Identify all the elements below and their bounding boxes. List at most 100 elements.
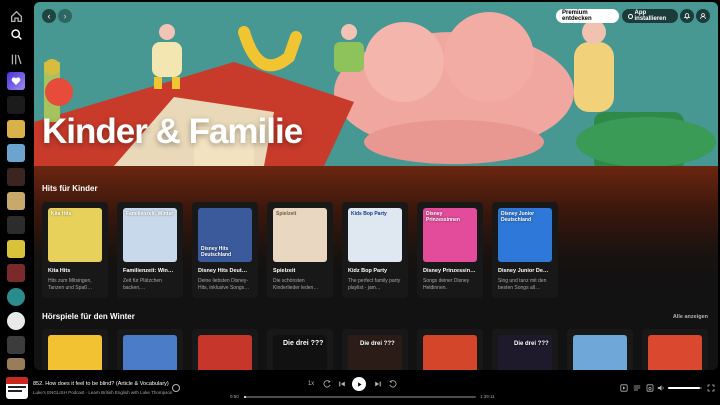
card-cover: Disney Prinzessinnen [423,208,477,262]
elapsed-time: 0:50 [230,394,239,399]
library-thumb[interactable] [7,264,25,282]
card-cover [123,335,177,370]
download-icon [628,13,633,19]
player-bar: 852. How does it feel to be blind? (Arti… [0,372,720,405]
library-icon[interactable] [8,51,24,67]
track-artist[interactable]: Luke's ENGLISH Podcast - Learn British E… [33,390,172,395]
volume-slider[interactable] [668,387,702,389]
search-icon[interactable] [8,26,24,42]
card-cover [573,335,627,370]
volume-icon [657,385,664,391]
card-cover: Disney Junior Deutschland [498,208,552,262]
forward-15-button[interactable] [388,379,398,389]
fast-forward-icon [389,380,397,388]
connect-device-button[interactable] [646,384,654,392]
fullscreen-button[interactable] [707,384,715,392]
card-cover: Spielzeit [273,208,327,262]
library-thumb[interactable] [7,358,25,370]
add-to-library-button[interactable] [172,384,180,392]
library-thumb[interactable] [7,216,25,234]
audiobook-card[interactable] [567,329,633,370]
card-cover: Die drei ??? [348,335,402,370]
section-title[interactable]: Hörspiele für den Winter [42,312,135,321]
playlist-card[interactable]: Disney Prinzessinnen Disney Prinzessin… … [417,202,483,298]
library-thumb[interactable] [7,240,25,258]
notifications-button[interactable] [680,9,694,23]
progress-bar[interactable] [244,396,476,398]
card-description: Deine liebsten Disney-Hits, inklusive So… [198,278,250,291]
library-thumb[interactable] [7,96,25,114]
playlist-card[interactable]: Kids Bop Party Kidz Bop Party The perfec… [342,202,408,298]
audiobook-card[interactable]: Die drei ??? [267,329,333,370]
back-button[interactable]: ‹ [42,9,56,23]
card-cover [48,335,102,370]
now-playing-icon [620,384,628,392]
card-cover: Disney Hits Deutschland [198,208,252,262]
queue-button[interactable] [633,384,641,392]
rewind-15-button[interactable] [322,379,332,389]
liked-songs-thumb[interactable] [7,72,25,90]
main-panel: ‹ › Premium entdecken App installieren K… [34,2,718,370]
cover-text: Familienzeit: Winter [126,211,174,217]
audiobook-card[interactable]: Die drei ??? [492,329,558,370]
cover-text: Disney Junior Deutschland [501,211,535,223]
library-thumb[interactable] [7,336,25,354]
audiobook-card[interactable] [42,329,108,370]
library-thumb[interactable] [7,288,25,306]
cover-text: Die drei ??? [360,341,395,347]
profile-button[interactable] [696,9,710,23]
queue-icon [633,385,641,391]
track-title[interactable]: 852. How does it feel to be blind? (Arti… [33,381,169,387]
playlist-card[interactable]: Spielzeit Spielzeit Die schönsten Kinder… [267,202,333,298]
card-title: Spielzeit [273,268,296,274]
section-title[interactable]: Hits für Kinder [42,184,98,193]
card-cover: Die drei ??? [273,335,327,370]
left-rail [0,0,32,372]
audiobook-card[interactable] [192,329,258,370]
cover-text: Spielzeit [276,211,297,217]
library-thumb[interactable] [7,192,25,210]
playlist-card[interactable]: Familienzeit: Winter Familienzeit: Win… … [117,202,183,298]
card-description: The perfect family party playlist - jam… [348,278,401,291]
playlist-card[interactable]: Disney Hits Deutschland Disney Hits Deut… [192,202,258,298]
play-icon [357,381,362,387]
cover-text: Die drei ??? [514,341,549,347]
now-playing-cover[interactable] [6,377,28,399]
library-thumb[interactable] [7,144,25,162]
playlist-card[interactable]: Kita Hits Kita Hits Hits zum Mitsingen, … [42,202,108,298]
now-playing-view-button[interactable] [620,384,628,392]
premium-button[interactable]: Premium entdecken [556,9,619,23]
install-app-button[interactable]: App installieren [622,9,678,23]
card-cover: Die drei ??? [498,335,552,370]
audiobook-card[interactable] [642,329,708,370]
audiobook-card[interactable]: Die drei ??? [342,329,408,370]
card-cover: Kita Hits [48,208,102,262]
bell-icon [683,13,691,20]
home-icon[interactable] [8,8,24,24]
card-description: Sing und tanz mit den besten Songs all… [498,278,547,291]
playback-speed-button[interactable]: 1x [306,379,316,389]
card-title: Disney Prinzessin… [423,268,476,274]
cover-text: Disney Prinzessinnen [426,211,460,223]
previous-button[interactable] [337,379,347,389]
card-description: Die schönsten Kinderlieder leden… [273,278,319,291]
audiobook-card[interactable] [117,329,183,370]
card-title: Familienzeit: Win… [123,268,174,274]
library-thumb[interactable] [7,120,25,138]
forward-button[interactable]: › [58,9,72,23]
volume-fill [668,387,701,389]
library-thumb[interactable] [7,312,25,330]
card-description: Hits zum Mitsingen, Tanzen und Spaß… [48,278,93,291]
expand-icon [707,384,715,392]
library-thumb[interactable] [7,168,25,186]
mute-button[interactable] [657,384,665,392]
show-all-link[interactable]: Alle anzeigen [673,314,708,320]
cover-text: Kids Bop Party [351,211,387,217]
next-button[interactable] [373,379,383,389]
cover-text: Kita Hits [51,211,72,217]
play-button[interactable] [352,377,366,391]
card-description: Songs deiner Disney Heldinnen. [423,278,470,291]
install-app-label: App installieren [634,10,667,22]
audiobook-card[interactable] [417,329,483,370]
playlist-card[interactable]: Disney Junior Deutschland Disney Junior … [492,202,558,298]
